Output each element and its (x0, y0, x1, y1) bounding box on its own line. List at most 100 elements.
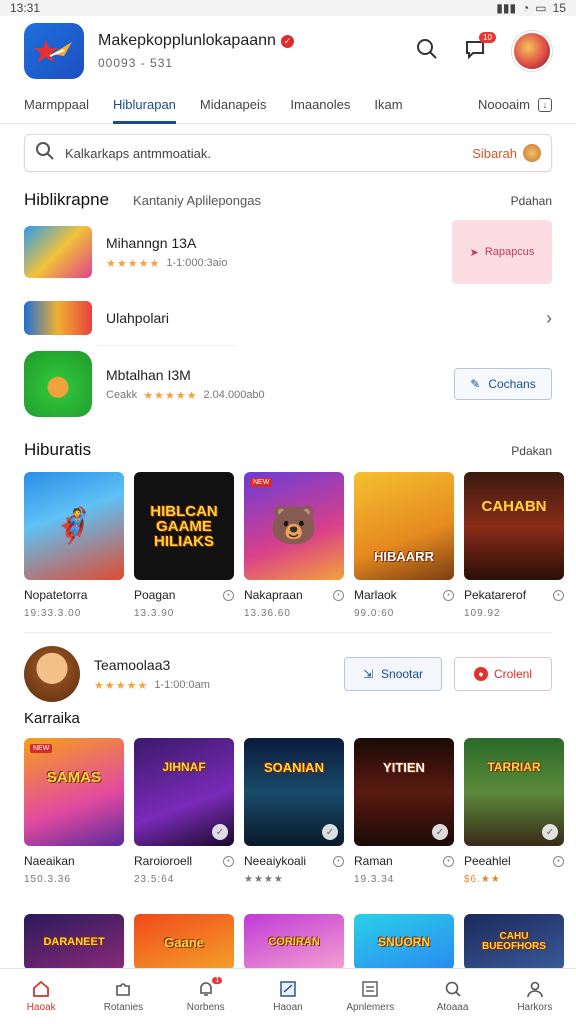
bottom-nav: Haoak Rotanies 1 Norbens Haoan Apnlemers… (0, 968, 576, 1024)
promo-row[interactable]: Teamoolaa3 ★★★★★ 1-1:00:0am ⇲ Snootar ● … (0, 644, 576, 704)
list-item[interactable]: Mbtalhan I3M Ceakk ★★★★★ 2.04.000ab0 ✎ C… (0, 350, 576, 418)
status-time: 13:31 (10, 1, 41, 15)
primary-action-button[interactable]: ➤ Rapapcus (452, 220, 552, 284)
more-icon[interactable]: • (223, 855, 234, 867)
nav-item-profile[interactable]: Harkors (494, 969, 576, 1024)
game-thumbnail (24, 351, 92, 417)
tab-0[interactable]: Marmppaal (24, 86, 89, 124)
game-card[interactable]: CORIRAN (244, 914, 344, 970)
game-card[interactable]: HIBLCAN GAAME HILIAKS Poagan • 13.3.90 (134, 472, 234, 619)
game-card[interactable]: TARRIAR ✓ Peeahlel • $6.★★ (464, 738, 564, 885)
nav-label: Norbens (186, 1002, 225, 1013)
search-button[interactable]: Sibarah (472, 144, 541, 162)
card-sub: 13.3.90 (134, 608, 175, 619)
chevron-right-icon[interactable]: › (546, 308, 552, 329)
game-thumbnail (24, 226, 92, 278)
game-card[interactable]: SOANIAN ✓ Neeaiykoali • ★★★★ (244, 738, 344, 885)
game-art: HIBLCAN GAAME HILIAKS (134, 472, 234, 580)
tab-4[interactable]: Ikam (374, 86, 402, 124)
item-meta: 1-1:000:3aio (166, 257, 228, 269)
list-item[interactable]: Mihanngn 13A ★★★★★ 1-1:000:3aio ➤ Rapapc… (0, 220, 576, 284)
nav-item-puzzle[interactable]: Rotanies (82, 969, 164, 1024)
search-bar[interactable]: Kalkarkaps antmmoatiak. Sibarah (24, 134, 552, 172)
red-action-button[interactable]: ● Crolenl (454, 657, 552, 691)
nav-item-map[interactable]: Haoan (247, 969, 329, 1024)
item-name: Mihanngn 13A (106, 234, 197, 251)
more-icon[interactable]: • (553, 589, 564, 601)
tab-1[interactable]: Hiblurapan (113, 86, 176, 124)
card-name: Nakapraan (244, 588, 303, 602)
game-card[interactable]: DARANEET (24, 914, 124, 970)
more-icon[interactable]: • (553, 855, 564, 867)
art-title: CORIRAN (268, 935, 320, 948)
game-art: JIHNAF ✓ (134, 738, 234, 846)
more-icon[interactable]: • (443, 589, 454, 601)
game-card[interactable]: NEW SAMAS Naeaikan 150.3.36 (24, 738, 124, 885)
list-item[interactable]: Ulahpolari › (0, 298, 576, 338)
tab-more-label: Noooaim (477, 97, 530, 112)
tab-2[interactable]: Midanapeis (200, 86, 267, 124)
check-icon: ✓ (432, 824, 448, 840)
section-link[interactable]: Pdakan (511, 444, 552, 458)
wifi-icon: ◔ (522, 1, 530, 15)
more-grid: NEW SAMAS Naeaikan 150.3.36 JIHNAF ✓ Rar… (0, 738, 576, 885)
tab-3[interactable]: Imaanoles (290, 86, 350, 124)
signal-icon: ▮▮▮ (496, 1, 517, 15)
nav-item-list[interactable]: Apnlemers (329, 969, 411, 1024)
game-card[interactable]: JIHNAF ✓ Raroioroell • 23.5:64 (134, 738, 234, 885)
section-link[interactable]: Pdahan (511, 194, 552, 208)
search-button-label: Sibarah (472, 145, 517, 161)
game-card[interactable]: YITIEN ✓ Raman • 19.3.34 (354, 738, 454, 885)
card-name: Nopatetorra (24, 588, 88, 602)
secondary-action-button[interactable]: ✎ Cochans (454, 368, 552, 400)
nav-item-search[interactable]: Atoaaa (411, 969, 493, 1024)
nav-item-home[interactable]: Haoak (0, 969, 82, 1024)
item-meta: 2.04.000ab0 (203, 389, 265, 401)
art-title: SNUORN (377, 935, 430, 949)
send-icon: ➤ (469, 246, 479, 259)
verified-icon: ✓ (280, 34, 294, 48)
item-name: Mbtalhan I3M (106, 366, 191, 383)
profile-icon (526, 980, 544, 998)
more-icon[interactable]: • (443, 855, 454, 867)
game-card[interactable]: 🦸 Nopatetorra 19:33.3.00 (24, 472, 124, 619)
card-name: Raroioroell (134, 854, 193, 868)
tab-more[interactable]: Noooaim ↓ (478, 97, 552, 112)
card-name: Raman (354, 854, 393, 868)
card-sub: 13.36.60 (244, 608, 291, 619)
game-card[interactable]: Gaane (134, 914, 234, 970)
game-card[interactable]: HIBAARR Marlaok • 99.0:60 (354, 472, 454, 619)
card-sub: 19:33.3.00 (24, 608, 82, 619)
record-icon: ● (473, 667, 488, 681)
more-icon[interactable]: • (223, 589, 234, 601)
share-button[interactable]: ⇲ Snootar (344, 657, 442, 691)
game-art: TARRIAR ✓ (464, 738, 564, 846)
avatar[interactable] (512, 31, 552, 71)
chat-icon[interactable]: 10 (464, 31, 496, 65)
game-card[interactable]: CAHU BUEOFHORS (464, 914, 564, 970)
art-title: SOANIAN (264, 759, 324, 775)
game-card[interactable]: NEW 🐻 Nakapraan • 13.36.60 (244, 472, 344, 619)
card-name: Peeahlel (464, 854, 511, 868)
game-art: Gaane (134, 914, 234, 970)
tab-bar: Marmppaal Hiblurapan Midanapeis Imaanole… (0, 86, 576, 124)
search-icon[interactable] (416, 38, 438, 65)
secondary-action-label: Cochans (488, 377, 536, 391)
star-logo-icon (34, 40, 72, 62)
list-icon (361, 980, 379, 998)
app-subtitle: 00093 - 531 (98, 56, 174, 70)
nav-item-notifications[interactable]: 1 Norbens (165, 969, 247, 1024)
more-icon[interactable]: • (333, 855, 344, 867)
rating-stars: ★★★★★ (106, 257, 161, 270)
nav-label: Harkors (517, 1002, 553, 1013)
card-name: Pekatarerof (464, 588, 527, 602)
battery-icon: ▭ (535, 1, 547, 15)
game-art: NEW SAMAS (24, 738, 124, 846)
game-card[interactable]: SNUORN (354, 914, 454, 970)
search-input[interactable]: Kalkarkaps antmmoatiak. (65, 146, 211, 161)
card-sub: 109.92 (464, 608, 501, 619)
game-card[interactable]: CAHABN Pekatarerof • 109.92 (464, 472, 564, 619)
status-bar: 13:31 ▮▮▮ ◔ ▭ 15 (0, 0, 576, 16)
more-icon[interactable]: • (333, 589, 344, 601)
art-title: JIHNAF (162, 760, 206, 774)
